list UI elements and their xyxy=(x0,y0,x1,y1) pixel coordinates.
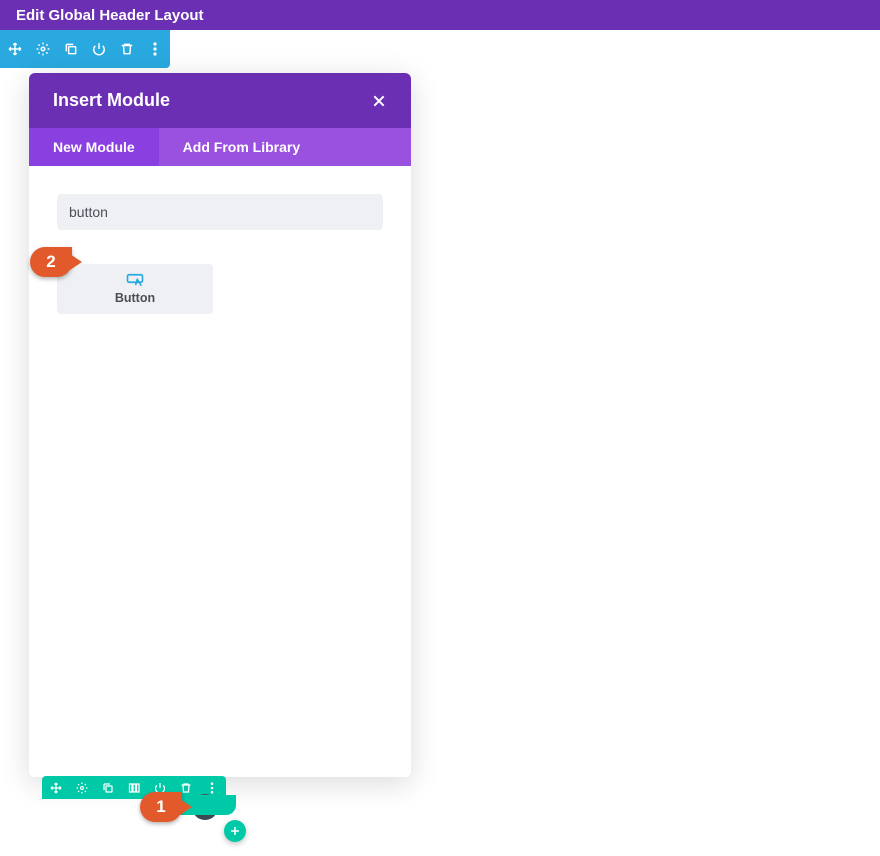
columns-icon[interactable] xyxy=(126,780,142,796)
close-icon[interactable] xyxy=(371,93,387,109)
move-icon[interactable] xyxy=(48,780,64,796)
insert-module-modal: Insert Module New Module Add From Librar… xyxy=(29,73,411,777)
tab-new-module[interactable]: New Module xyxy=(29,128,159,166)
module-button[interactable]: Button xyxy=(57,264,213,314)
add-row-button[interactable] xyxy=(224,820,246,842)
more-icon[interactable] xyxy=(146,40,164,58)
page-title-bar: Edit Global Header Layout xyxy=(0,0,880,30)
tab-label: New Module xyxy=(53,139,135,155)
modal-title: Insert Module xyxy=(53,90,170,111)
modal-header: Insert Module xyxy=(29,73,411,128)
duplicate-icon[interactable] xyxy=(100,780,116,796)
modal-body: Button xyxy=(29,166,411,777)
gear-icon[interactable] xyxy=(34,40,52,58)
button-module-icon xyxy=(126,273,144,287)
module-label: Button xyxy=(115,291,155,305)
delete-icon[interactable] xyxy=(118,40,136,58)
power-icon[interactable] xyxy=(90,40,108,58)
gear-icon[interactable] xyxy=(74,780,90,796)
tab-label: Add From Library xyxy=(183,139,300,155)
tab-add-from-library[interactable]: Add From Library xyxy=(159,128,324,166)
module-grid: Button xyxy=(57,264,383,314)
annotation-step-2: 2 xyxy=(30,247,72,277)
move-icon[interactable] xyxy=(6,40,24,58)
page-title: Edit Global Header Layout xyxy=(16,7,204,24)
section-toolbar xyxy=(0,30,170,68)
annotation-step-1: 1 xyxy=(140,792,182,822)
duplicate-icon[interactable] xyxy=(62,40,80,58)
modal-tabs: New Module Add From Library xyxy=(29,128,411,166)
module-search-input[interactable] xyxy=(57,194,383,230)
